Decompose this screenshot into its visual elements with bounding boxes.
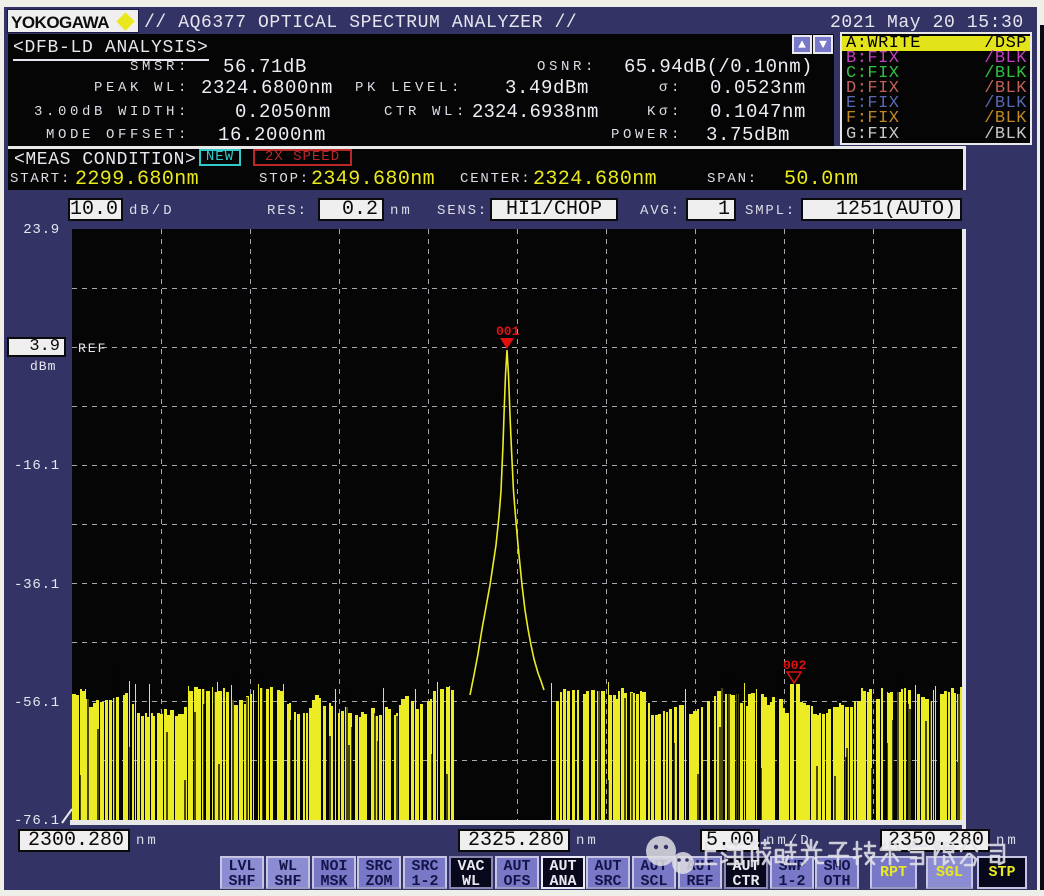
svg-text:REF: REF	[78, 341, 107, 356]
svg-text:001: 001	[496, 324, 520, 339]
svg-text:002: 002	[783, 658, 807, 673]
